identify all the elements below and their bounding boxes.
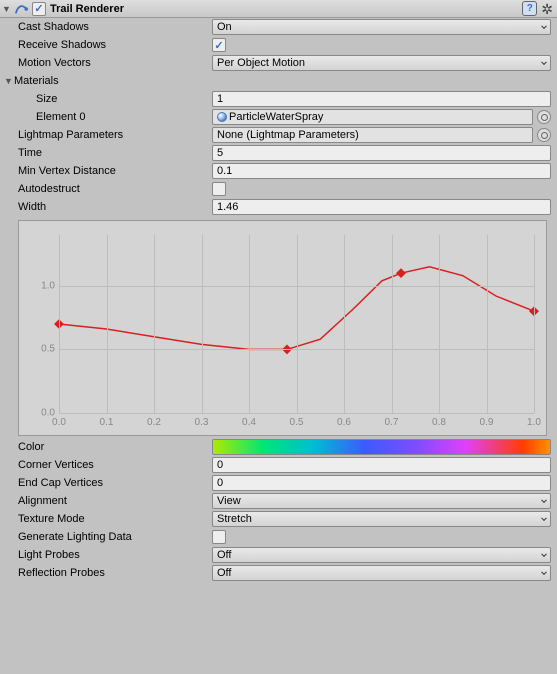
generate-lighting-row: Generate Lighting Data bbox=[0, 528, 557, 546]
generate-lighting-checkbox[interactable] bbox=[212, 530, 226, 544]
x-tick-label: 0.4 bbox=[242, 417, 256, 428]
alignment-label: Alignment bbox=[18, 495, 212, 507]
width-row: Width 1.46 bbox=[0, 198, 557, 216]
cast-shadows-label: Cast Shadows bbox=[18, 21, 212, 33]
help-icon[interactable]: ? bbox=[522, 1, 537, 16]
min-vertex-field[interactable]: 0.1 bbox=[212, 163, 551, 179]
width-field[interactable]: 1.46 bbox=[212, 199, 551, 215]
component-header[interactable]: ▼ ✓ Trail Renderer ? ✲ bbox=[0, 0, 557, 18]
curve-key[interactable] bbox=[396, 268, 406, 278]
receive-shadows-row: Receive Shadows ✓ bbox=[0, 36, 557, 54]
light-probes-row: Light Probes Off bbox=[0, 546, 557, 564]
lightmap-params-row: Lightmap Parameters None (Lightmap Param… bbox=[0, 126, 557, 144]
materials-size-value: 1 bbox=[217, 93, 223, 105]
autodestruct-row: Autodestruct bbox=[0, 180, 557, 198]
gear-icon[interactable]: ✲ bbox=[541, 2, 553, 16]
y-tick-label: 1.0 bbox=[41, 280, 55, 291]
width-label: Width bbox=[18, 201, 212, 213]
end-cap-vertices-value: 0 bbox=[217, 477, 223, 489]
motion-vectors-label: Motion Vectors bbox=[18, 57, 212, 69]
min-vertex-row: Min Vertex Distance 0.1 bbox=[0, 162, 557, 180]
x-tick-label: 0.7 bbox=[385, 417, 399, 428]
materials-element0-label: Element 0 bbox=[36, 111, 212, 123]
reflection-probes-row: Reflection Probes Off bbox=[0, 564, 557, 582]
cast-shadows-row: Cast Shadows On bbox=[0, 18, 557, 36]
receive-shadows-label: Receive Shadows bbox=[18, 39, 212, 51]
x-tick-label: 0.2 bbox=[147, 417, 161, 428]
end-cap-vertices-field[interactable]: 0 bbox=[212, 475, 551, 491]
alignment-value: View bbox=[217, 495, 241, 507]
light-probes-label: Light Probes bbox=[18, 549, 212, 561]
y-tick-label: 0.5 bbox=[41, 344, 55, 355]
x-tick-label: 0.8 bbox=[432, 417, 446, 428]
time-row: Time 5 bbox=[0, 144, 557, 162]
autodestruct-checkbox[interactable] bbox=[212, 182, 226, 196]
x-tick-label: 0.1 bbox=[100, 417, 114, 428]
texture-mode-label: Texture Mode bbox=[18, 513, 212, 525]
materials-size-label: Size bbox=[36, 93, 212, 105]
component-title: Trail Renderer bbox=[50, 3, 522, 15]
object-picker-icon[interactable] bbox=[537, 128, 551, 142]
corner-vertices-label: Corner Vertices bbox=[18, 459, 212, 471]
width-curve-editor[interactable]: 0.00.51.00.00.10.20.30.40.50.60.70.80.91… bbox=[18, 220, 547, 436]
x-tick-label: 0.3 bbox=[195, 417, 209, 428]
materials-element0-value: ParticleWaterSpray bbox=[229, 110, 323, 124]
materials-element0-row: Element 0 ParticleWaterSpray bbox=[0, 108, 557, 126]
min-vertex-value: 0.1 bbox=[217, 165, 232, 177]
x-tick-label: 1.0 bbox=[527, 417, 541, 428]
x-tick-label: 0.0 bbox=[52, 417, 66, 428]
materials-size-row: Size 1 bbox=[0, 90, 557, 108]
time-value: 5 bbox=[217, 147, 223, 159]
light-probes-value: Off bbox=[217, 549, 231, 561]
end-cap-vertices-row: End Cap Vertices 0 bbox=[0, 474, 557, 492]
x-tick-label: 0.6 bbox=[337, 417, 351, 428]
color-label: Color bbox=[18, 441, 212, 453]
cast-shadows-select[interactable]: On bbox=[212, 19, 551, 35]
materials-foldout[interactable]: ▼ Materials bbox=[0, 72, 557, 90]
foldout-icon[interactable]: ▼ bbox=[2, 4, 12, 14]
min-vertex-label: Min Vertex Distance bbox=[18, 165, 212, 177]
receive-shadows-checkbox[interactable]: ✓ bbox=[212, 38, 226, 52]
texture-mode-value: Stretch bbox=[217, 513, 252, 525]
material-icon bbox=[217, 112, 227, 122]
cast-shadows-value: On bbox=[217, 21, 232, 33]
alignment-row: Alignment View bbox=[0, 492, 557, 510]
lightmap-params-label: Lightmap Parameters bbox=[18, 129, 212, 141]
x-tick-label: 0.9 bbox=[480, 417, 494, 428]
corner-vertices-row: Corner Vertices 0 bbox=[0, 456, 557, 474]
texture-mode-row: Texture Mode Stretch bbox=[0, 510, 557, 528]
corner-vertices-field[interactable]: 0 bbox=[212, 457, 551, 473]
motion-vectors-value: Per Object Motion bbox=[217, 57, 305, 69]
component-enabled-checkbox[interactable]: ✓ bbox=[32, 2, 46, 16]
lightmap-params-field[interactable]: None (Lightmap Parameters) bbox=[212, 127, 533, 143]
materials-label: Materials bbox=[14, 75, 59, 87]
color-gradient-field[interactable] bbox=[212, 439, 551, 455]
motion-vectors-row: Motion Vectors Per Object Motion bbox=[0, 54, 557, 72]
time-field[interactable]: 5 bbox=[212, 145, 551, 161]
color-row: Color bbox=[0, 438, 557, 456]
generate-lighting-label: Generate Lighting Data bbox=[18, 531, 212, 543]
width-value: 1.46 bbox=[217, 201, 238, 213]
trail-renderer-icon bbox=[14, 2, 28, 16]
reflection-probes-select[interactable]: Off bbox=[212, 565, 551, 581]
reflection-probes-value: Off bbox=[217, 567, 231, 579]
texture-mode-select[interactable]: Stretch bbox=[212, 511, 551, 527]
x-tick-label: 0.5 bbox=[290, 417, 304, 428]
light-probes-select[interactable]: Off bbox=[212, 547, 551, 563]
reflection-probes-label: Reflection Probes bbox=[18, 567, 212, 579]
materials-element0-field[interactable]: ParticleWaterSpray bbox=[212, 109, 533, 125]
alignment-select[interactable]: View bbox=[212, 493, 551, 509]
object-picker-icon[interactable] bbox=[537, 110, 551, 124]
time-label: Time bbox=[18, 147, 212, 159]
lightmap-params-value: None (Lightmap Parameters) bbox=[217, 128, 359, 142]
materials-size-field[interactable]: 1 bbox=[212, 91, 551, 107]
foldout-icon: ▼ bbox=[4, 76, 14, 86]
autodestruct-label: Autodestruct bbox=[18, 183, 212, 195]
motion-vectors-select[interactable]: Per Object Motion bbox=[212, 55, 551, 71]
end-cap-vertices-label: End Cap Vertices bbox=[18, 477, 212, 489]
corner-vertices-value: 0 bbox=[217, 459, 223, 471]
